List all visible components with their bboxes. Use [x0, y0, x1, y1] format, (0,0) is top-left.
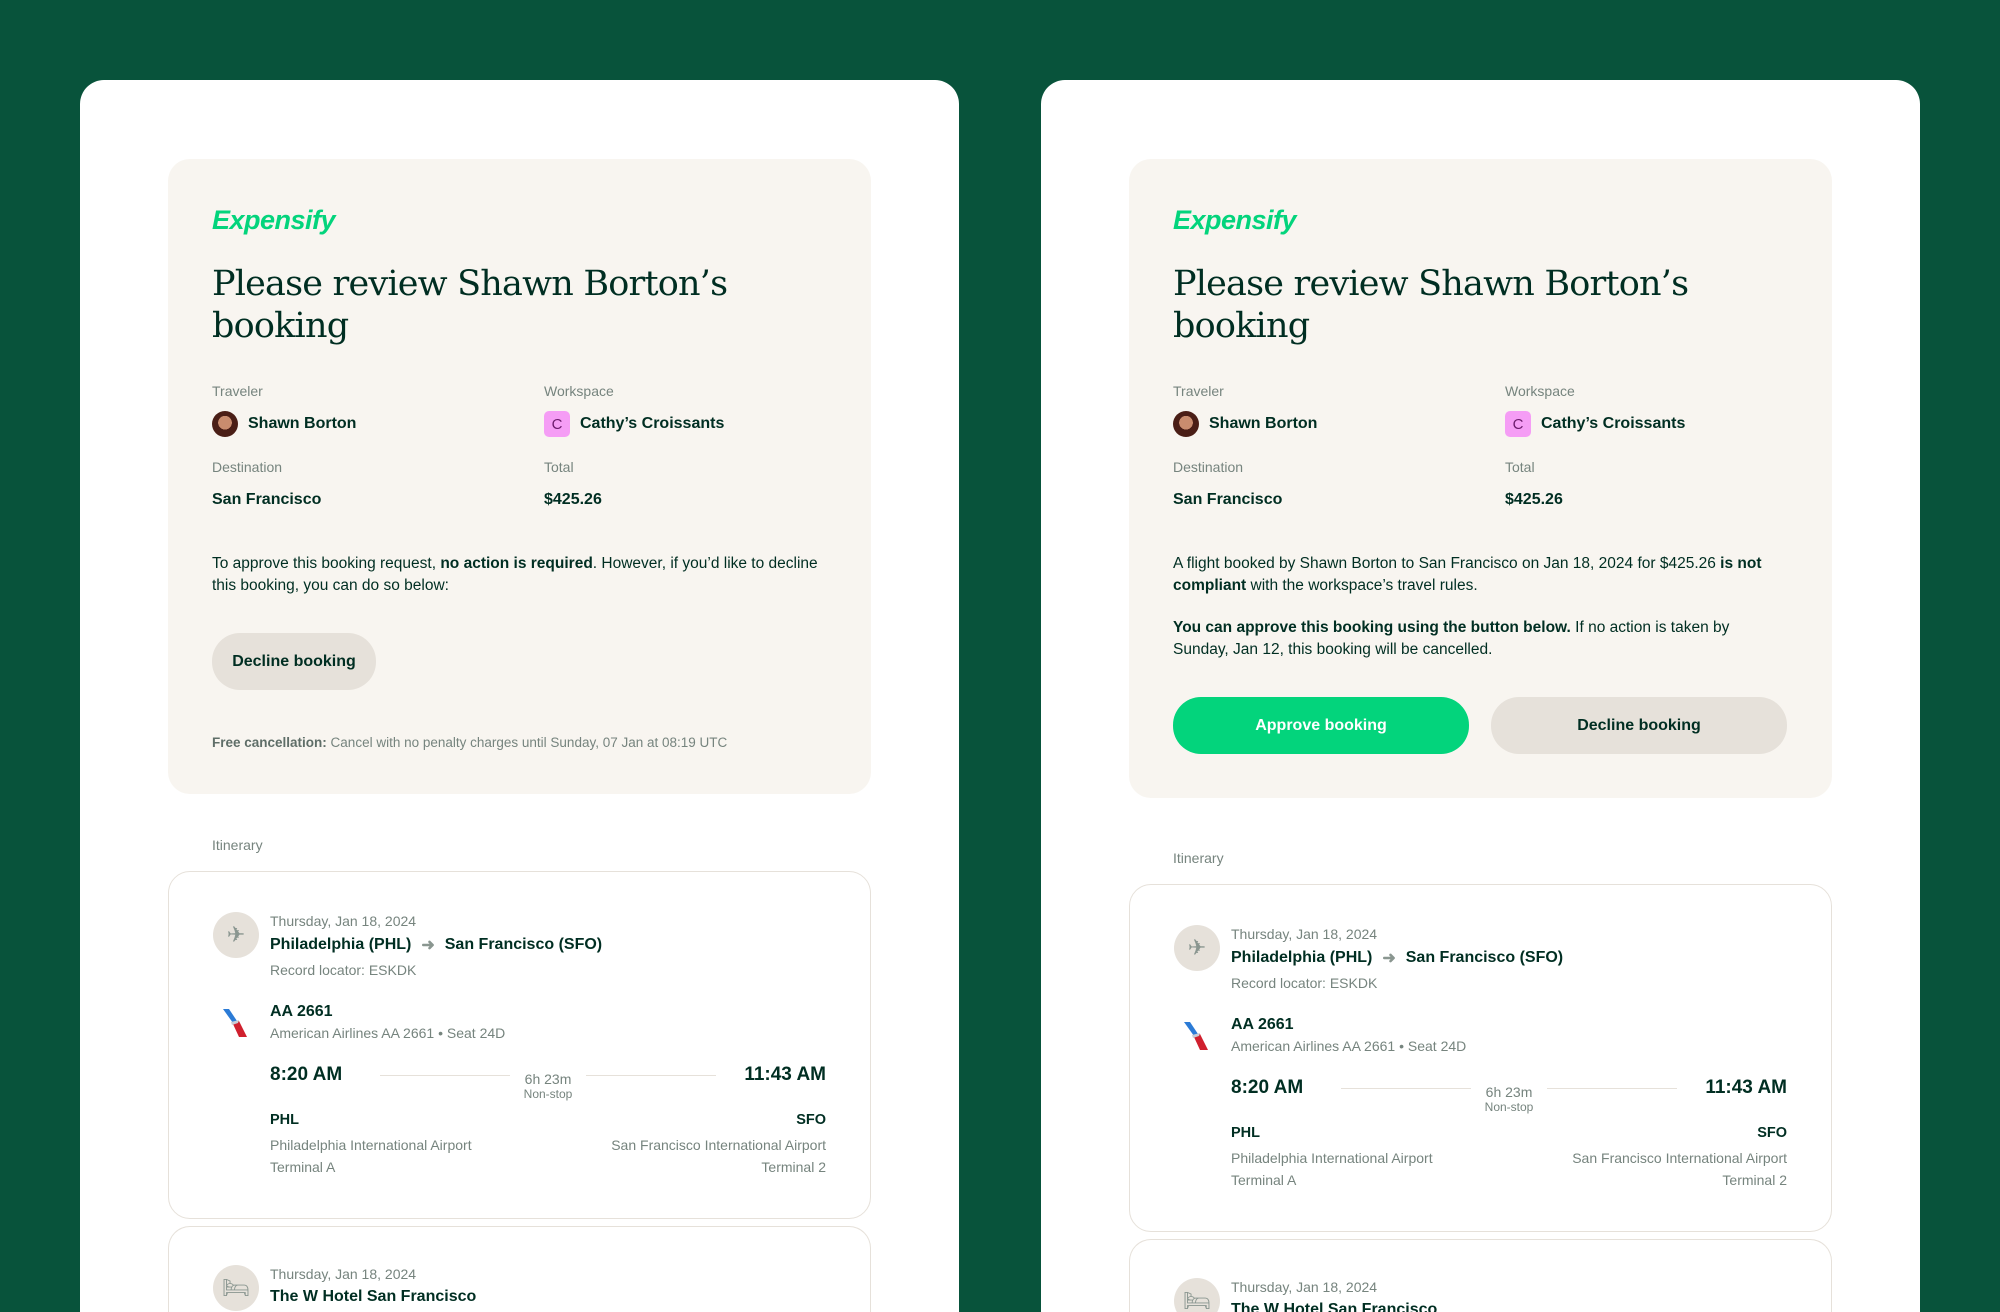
flight-number: AA 2661 — [270, 1003, 333, 1020]
workspace-name: Cathy’s Croissants — [580, 415, 725, 432]
decline-booking-button[interactable]: Decline booking — [212, 633, 376, 690]
arrow-right-icon: ➜ — [1382, 950, 1396, 967]
destination-value: San Francisco — [1173, 491, 1283, 508]
traveler-name: Shawn Borton — [248, 415, 357, 432]
record-locator: Record locator: ESKDK — [1231, 975, 1378, 991]
flight-origin: Philadelphia (PHL) — [270, 936, 412, 953]
airplane-icon: ✈ — [1174, 925, 1220, 971]
departure-terminal: Terminal A — [1231, 1172, 1297, 1188]
decline-booking-button[interactable]: Decline booking — [1491, 697, 1787, 754]
workspace-avatar: C — [544, 411, 570, 437]
email-preview-right: Expensify Please review Shawn Borton’s b… — [1041, 80, 1920, 1312]
arrow-right-icon: ➜ — [421, 937, 435, 954]
email-preview-left: Expensify Please review Shawn Borton’s b… — [80, 80, 959, 1312]
avatar — [1173, 411, 1199, 437]
free-cancellation-note: Free cancellation: Cancel with no penalt… — [212, 735, 728, 750]
departure-time: 8:20 AM — [270, 1064, 343, 1085]
american-airlines-logo — [213, 1003, 259, 1042]
hotel-date: Thursday, Jan 18, 2024 — [270, 1266, 417, 1282]
itinerary-label: Itinerary — [212, 837, 263, 853]
approval-instructions: You can approve this booking using the b… — [1173, 619, 1730, 658]
traveler-label: Traveler — [1173, 383, 1224, 399]
workspace-name: Cathy’s Croissants — [1541, 415, 1686, 432]
hotel-name: The W Hotel San Francisco — [270, 1288, 477, 1305]
expensify-logo: Expensify — [212, 205, 336, 235]
workspace-avatar: C — [1505, 411, 1531, 437]
departure-time: 8:20 AM — [1231, 1077, 1304, 1098]
flight-card: ✈ Thursday, Jan 18, 2024 Philadelphia (P… — [1129, 884, 1832, 1232]
arrival-code: SFO — [796, 1112, 826, 1128]
flight-details: American Airlines AA 2661 • Seat 24D — [270, 1025, 506, 1041]
hotel-card: 🛏 Thursday, Jan 18, 2024 The W Hotel San… — [168, 1226, 871, 1312]
bed-icon: 🛏 — [1174, 1278, 1220, 1312]
flight-destination: San Francisco (SFO) — [1405, 949, 1564, 966]
hotel-name: The W Hotel San Francisco — [1231, 1301, 1438, 1312]
total-label: Total — [544, 459, 574, 475]
booking-summary-card: Expensify Please review Shawn Borton’s b… — [1129, 159, 1832, 798]
expensify-logo: Expensify — [1173, 205, 1297, 235]
flight-destination: San Francisco (SFO) — [444, 936, 603, 953]
total-value: $425.26 — [544, 491, 602, 508]
arrival-time: 11:43 AM — [744, 1064, 826, 1085]
destination-label: Destination — [1173, 459, 1244, 475]
arrival-terminal: Terminal 2 — [761, 1159, 826, 1175]
departure-code: PHL — [270, 1112, 299, 1128]
arrival-code: SFO — [1757, 1125, 1787, 1141]
traveler-label: Traveler — [212, 383, 263, 399]
compliance-message: A flight booked by Shawn Borton to San F… — [1173, 555, 1762, 594]
arrival-airport: San Francisco International Airport — [1572, 1150, 1787, 1166]
american-airlines-logo — [1174, 1016, 1220, 1055]
record-locator: Record locator: ESKDK — [270, 962, 417, 978]
approval-message: To approve this booking request, no acti… — [212, 555, 818, 594]
page-title: Please review Shawn Borton’s booking — [212, 264, 728, 346]
total-value: $425.26 — [1505, 491, 1563, 508]
flight-duration: 6h 23m — [1485, 1084, 1533, 1100]
destination-value: San Francisco — [212, 491, 322, 508]
flight-stops: Non-stop — [523, 1087, 573, 1101]
flight-details: American Airlines AA 2661 • Seat 24D — [1231, 1038, 1467, 1054]
flight-stops: Non-stop — [1484, 1100, 1534, 1114]
total-label: Total — [1505, 459, 1535, 475]
page-title: Please review Shawn Borton’s booking — [1173, 264, 1689, 346]
flight-number: AA 2661 — [1231, 1016, 1294, 1033]
traveler-name: Shawn Borton — [1209, 415, 1318, 432]
arrival-terminal: Terminal 2 — [1722, 1172, 1787, 1188]
booking-summary-card: Expensify Please review Shawn Borton’s b… — [168, 159, 871, 794]
departure-code: PHL — [1231, 1125, 1260, 1141]
departure-airport: Philadelphia International Airport — [1231, 1150, 1433, 1166]
avatar — [212, 411, 238, 437]
departure-terminal: Terminal A — [270, 1159, 336, 1175]
bed-icon: 🛏 — [213, 1265, 259, 1311]
flight-date: Thursday, Jan 18, 2024 — [1231, 926, 1378, 942]
flight-date: Thursday, Jan 18, 2024 — [270, 913, 417, 929]
itinerary-label: Itinerary — [1173, 850, 1224, 866]
flight-card: ✈ Thursday, Jan 18, 2024 Philadelphia (P… — [168, 871, 871, 1219]
arrival-time: 11:43 AM — [1705, 1077, 1787, 1098]
flight-duration: 6h 23m — [524, 1071, 572, 1087]
destination-label: Destination — [212, 459, 283, 475]
flight-origin: Philadelphia (PHL) — [1231, 949, 1373, 966]
workspace-label: Workspace — [544, 383, 614, 399]
departure-airport: Philadelphia International Airport — [270, 1137, 472, 1153]
hotel-card: 🛏 Thursday, Jan 18, 2024 The W Hotel San… — [1129, 1239, 1832, 1312]
workspace-label: Workspace — [1505, 383, 1575, 399]
hotel-date: Thursday, Jan 18, 2024 — [1231, 1279, 1378, 1295]
approve-booking-button[interactable]: Approve booking — [1173, 697, 1469, 754]
arrival-airport: San Francisco International Airport — [611, 1137, 826, 1153]
airplane-icon: ✈ — [213, 912, 259, 958]
